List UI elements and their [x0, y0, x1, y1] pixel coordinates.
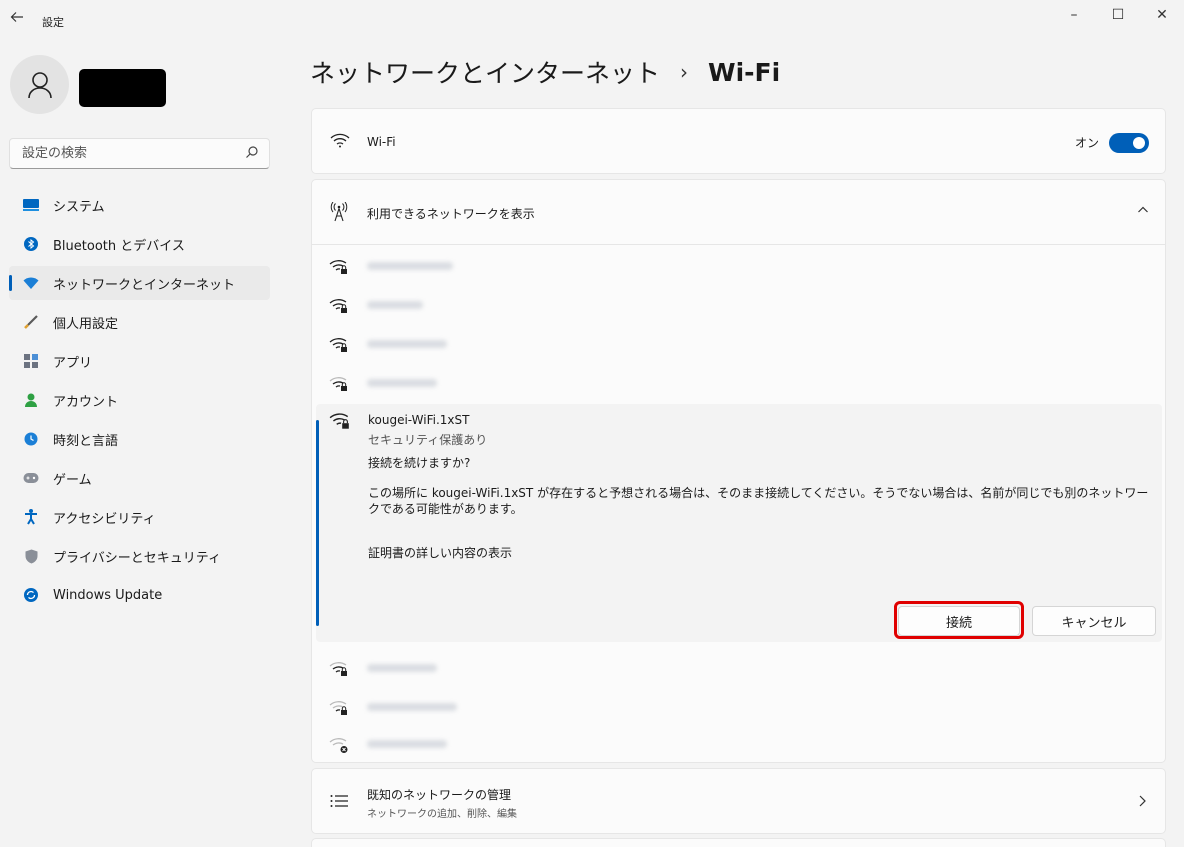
next-settings-card[interactable] — [311, 838, 1166, 847]
breadcrumb-separator: › — [680, 60, 689, 84]
network-item[interactable] — [312, 287, 1165, 325]
connect-warning-message: この場所に kougei-WiFi.1xST が存在すると予想される場合は、その… — [368, 486, 1149, 516]
connect-question: 接続を続けますか? — [368, 456, 471, 470]
network-item[interactable] — [312, 248, 1165, 286]
avatar[interactable] — [10, 55, 69, 114]
account-icon — [23, 392, 39, 408]
network-item[interactable] — [312, 726, 1165, 764]
sidebar-item-accounts[interactable]: アカウント — [9, 383, 270, 417]
cancel-button[interactable]: キャンセル — [1032, 606, 1156, 636]
connect-button[interactable]: 接続 — [898, 606, 1020, 636]
known-networks-title: 既知のネットワークの管理 — [367, 788, 512, 802]
sidebar-item-gaming[interactable]: ゲーム — [9, 461, 270, 495]
wifi-toggle-card: Wi-Fi オン — [311, 108, 1166, 174]
network-item[interactable] — [312, 365, 1165, 403]
chevron-right-icon — [1137, 794, 1147, 812]
search-input[interactable] — [10, 139, 230, 168]
bluetooth-icon — [23, 236, 39, 252]
redacted-ssid — [367, 703, 457, 711]
window-controls: – ☐ ✕ — [1052, 0, 1184, 30]
expanded-network-item: kougei-WiFi.1xST セキュリティ保護あり 接続を続けますか? この… — [316, 404, 1162, 642]
user-icon — [27, 71, 52, 98]
close-button[interactable]: ✕ — [1140, 0, 1184, 30]
network-item[interactable] — [312, 326, 1165, 364]
sidebar-item-windows-update[interactable]: Windows Update — [9, 578, 270, 612]
list-icon — [330, 794, 348, 812]
network-ssid: kougei-WiFi.1xST — [368, 413, 470, 427]
wifi-label: Wi-Fi — [367, 135, 396, 149]
sidebar-item-label: Windows Update — [53, 587, 163, 603]
chevron-up-icon[interactable] — [1137, 204, 1149, 219]
wifi-secured-icon — [329, 660, 349, 682]
available-networks-header[interactable]: 利用できるネットワークを表示 — [312, 180, 1165, 245]
sidebar-item-time-language[interactable]: 時刻と言語 — [9, 422, 270, 456]
search-icon[interactable] — [245, 145, 259, 163]
back-button[interactable] — [10, 10, 24, 28]
title-bar: 設定 – ☐ ✕ — [0, 0, 1184, 44]
update-icon — [23, 587, 39, 603]
wifi-unavailable-icon — [329, 736, 349, 758]
arrow-left-icon — [10, 12, 23, 22]
page-title: Wi-Fi — [708, 57, 781, 87]
sidebar-item-system[interactable]: システム — [9, 188, 270, 222]
wifi-toggle[interactable] — [1109, 133, 1149, 153]
brush-icon — [23, 314, 39, 330]
network-security: セキュリティ保護あり — [368, 433, 488, 447]
known-networks-card[interactable]: 既知のネットワークの管理 ネットワークの追加、削除、編集 — [311, 768, 1166, 834]
known-networks-subtitle: ネットワークの追加、削除、編集 — [367, 809, 517, 820]
available-networks-card: 利用できるネットワークを表示 kougei-WiFi.1xST セキュリティ保護… — [311, 179, 1166, 763]
network-item[interactable] — [312, 689, 1165, 727]
sidebar-item-apps[interactable]: アプリ — [9, 344, 270, 378]
breadcrumb-parent[interactable]: ネットワークとインターネット — [310, 54, 660, 90]
redacted-ssid — [367, 340, 447, 348]
sidebar-item-label: 時刻と言語 — [53, 433, 119, 449]
sidebar-item-label: システム — [53, 199, 105, 215]
wifi-secured-icon — [329, 411, 351, 435]
sidebar-item-label: 個人用設定 — [53, 316, 119, 332]
sidebar-item-label: ゲーム — [53, 472, 92, 488]
sidebar-item-accessibility[interactable]: アクセシビリティ — [9, 500, 270, 534]
antenna-icon — [330, 201, 348, 226]
wifi-secured-icon — [329, 336, 349, 358]
sidebar-nav: システム Bluetooth とデバイス ネットワークとインターネット 個人用設… — [9, 188, 270, 617]
sidebar-item-network[interactable]: ネットワークとインターネット — [9, 266, 270, 300]
system-icon — [23, 197, 39, 213]
redacted-ssid — [367, 301, 423, 309]
username-redacted — [79, 69, 166, 107]
wifi-secured-icon — [329, 297, 349, 319]
available-networks-label: 利用できるネットワークを表示 — [367, 207, 535, 221]
wifi-secured-icon — [329, 699, 349, 721]
redacted-ssid — [367, 379, 437, 387]
redacted-ssid — [367, 740, 447, 748]
sidebar-item-privacy[interactable]: プライバシーとセキュリティ — [9, 539, 270, 573]
sidebar-item-personalization[interactable]: 個人用設定 — [9, 305, 270, 339]
sidebar-item-label: アクセシビリティ — [53, 511, 156, 527]
minimize-button[interactable]: – — [1052, 0, 1096, 30]
sidebar-item-label: プライバシーとセキュリティ — [53, 550, 221, 566]
maximize-button[interactable]: ☐ — [1096, 0, 1140, 30]
redacted-ssid — [367, 262, 453, 270]
wifi-secured-icon — [329, 258, 349, 280]
gamepad-icon — [23, 470, 39, 486]
settings-search[interactable] — [9, 138, 270, 169]
redacted-ssid — [367, 664, 437, 672]
certificate-details-link[interactable]: 証明書の詳しい内容の表示 — [368, 544, 512, 561]
network-icon — [23, 275, 39, 291]
sidebar-item-label: アプリ — [53, 355, 93, 371]
sidebar-item-label: Bluetooth とデバイス — [53, 238, 185, 254]
network-item[interactable] — [312, 650, 1165, 688]
apps-icon — [23, 353, 39, 369]
wifi-icon — [330, 132, 350, 152]
sidebar-item-label: ネットワークとインターネット — [53, 277, 236, 293]
breadcrumb: ネットワークとインターネット › Wi-Fi — [310, 54, 780, 90]
wifi-toggle-state: オン — [1074, 136, 1099, 150]
app-title: 設定 — [42, 16, 64, 29]
clock-globe-icon — [23, 431, 39, 447]
sidebar-item-label: アカウント — [53, 394, 119, 410]
shield-icon — [23, 548, 39, 564]
accessibility-icon — [23, 509, 39, 525]
wifi-secured-icon — [329, 375, 349, 397]
sidebar-item-bluetooth[interactable]: Bluetooth とデバイス — [9, 227, 270, 261]
